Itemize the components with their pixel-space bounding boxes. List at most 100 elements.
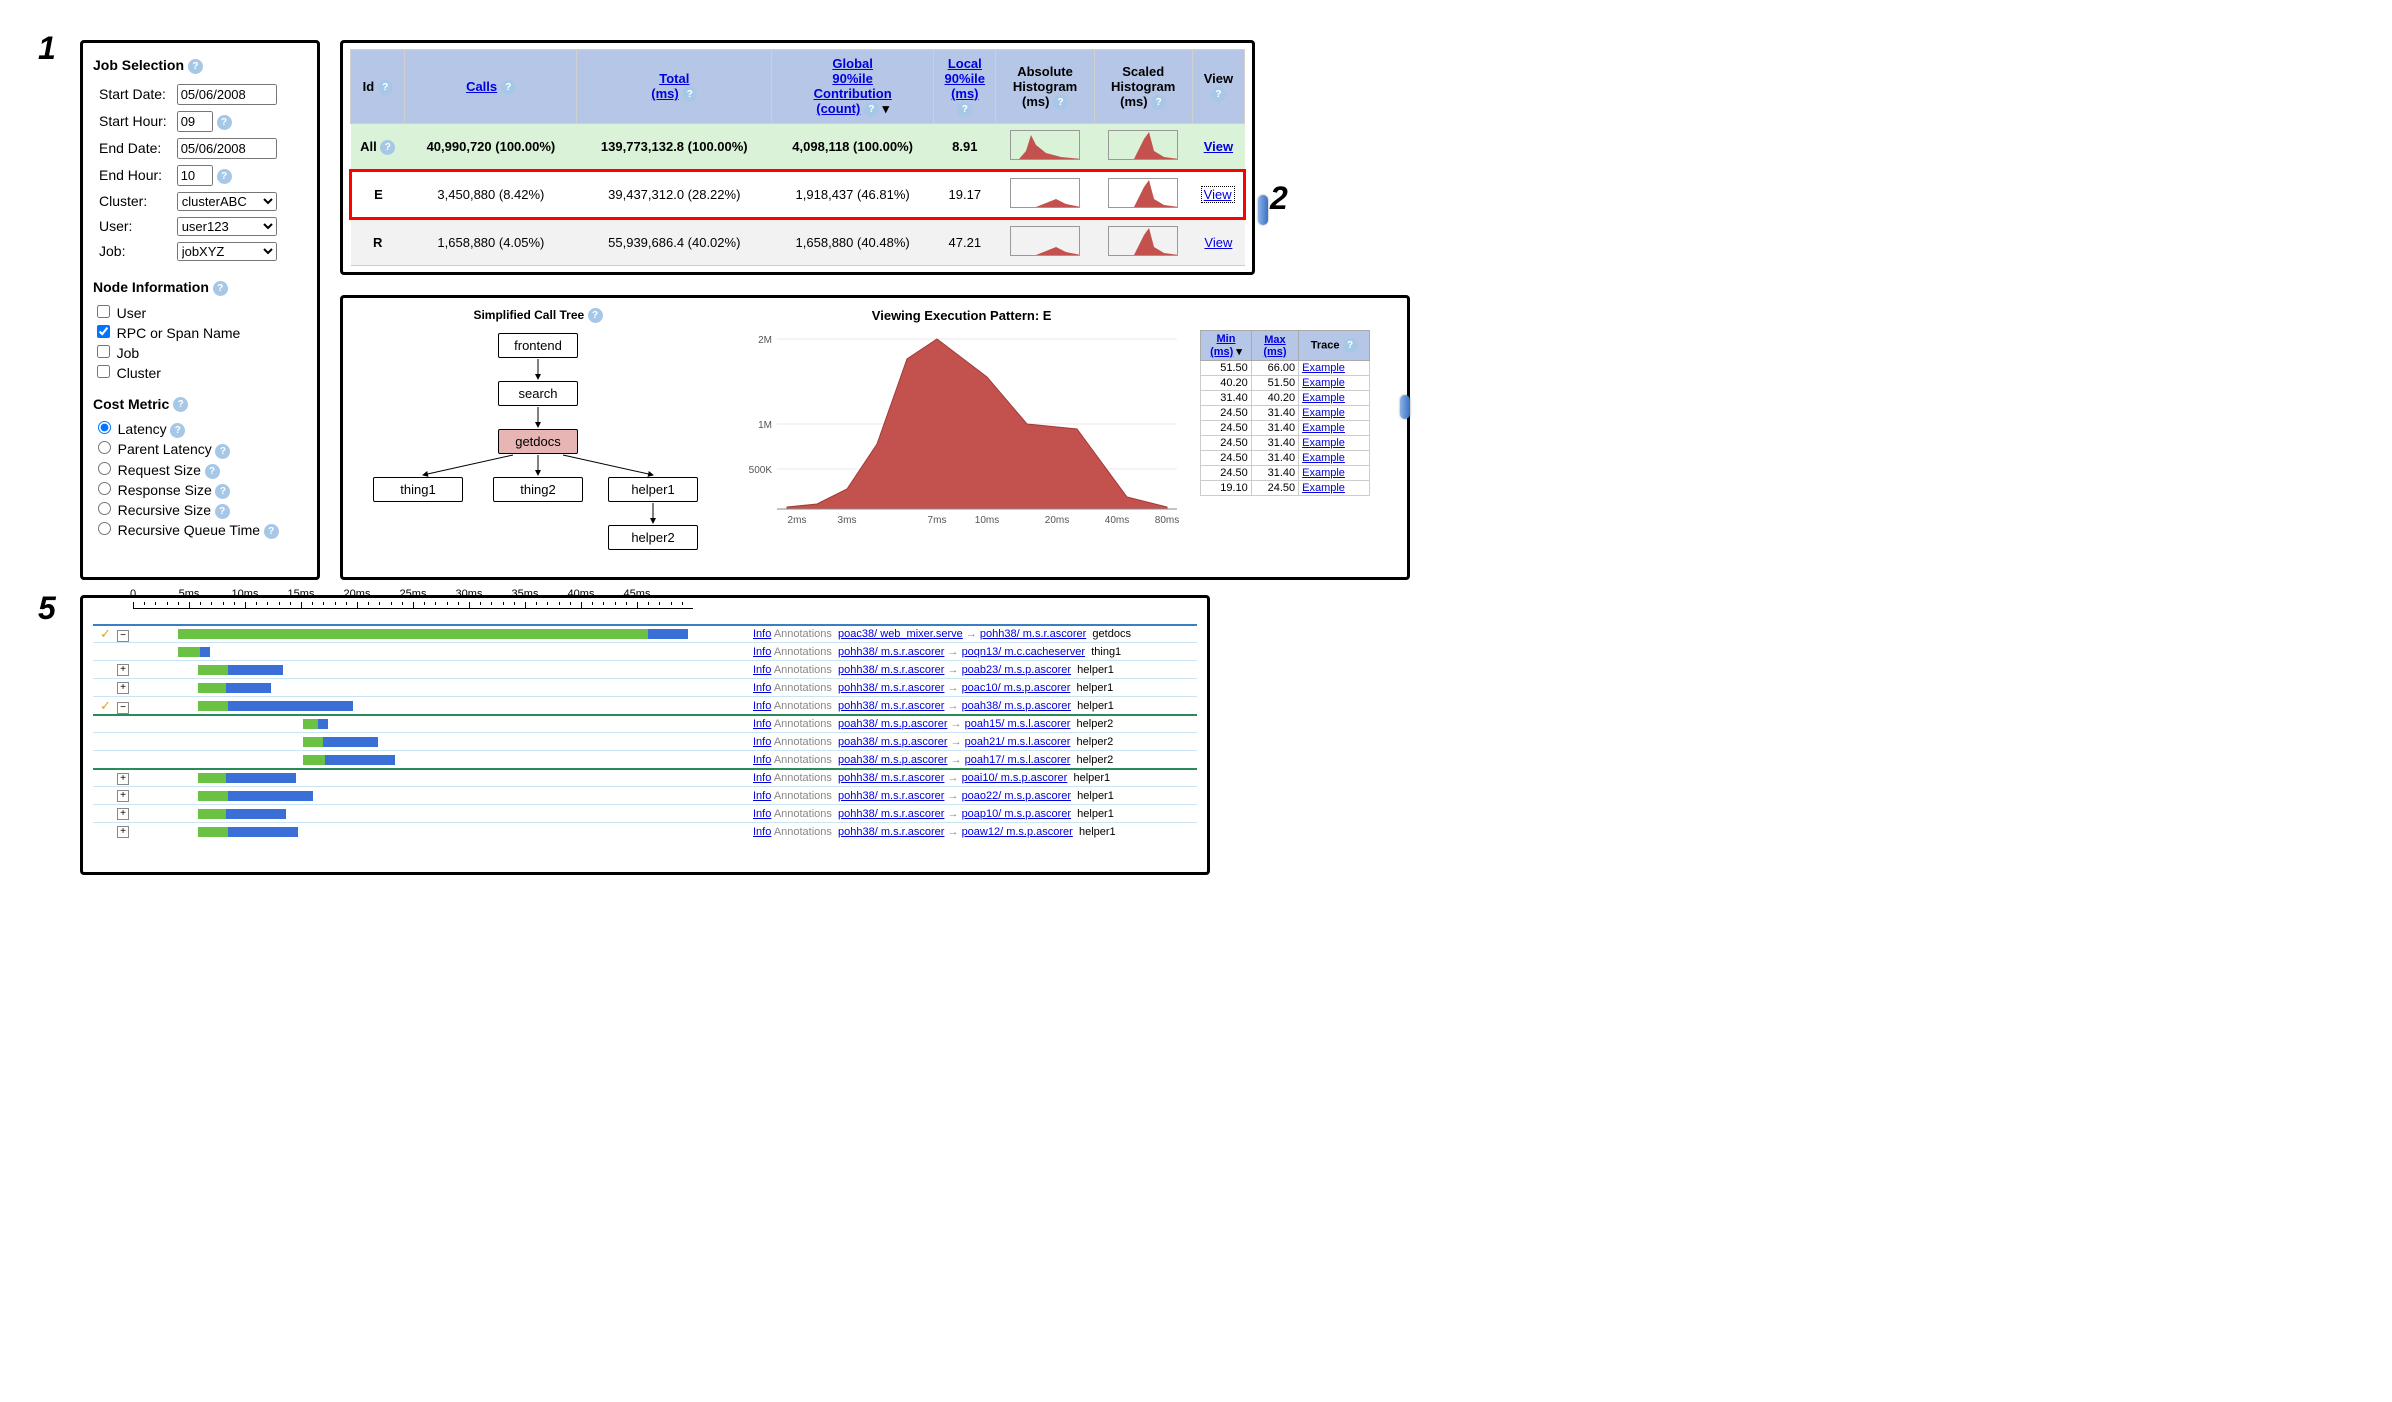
span-from-link[interactable]: poah38/ m.s.p.ascorer	[838, 736, 947, 748]
help-icon[interactable]: ?	[173, 397, 188, 412]
span-bar[interactable]	[200, 647, 210, 657]
help-icon[interactable]: ?	[264, 524, 279, 539]
costmetric-radio[interactable]	[98, 462, 111, 475]
span-from-link[interactable]: pohh38/ m.s.r.ascorer	[838, 646, 944, 658]
span-bar[interactable]	[228, 791, 313, 801]
span-bar[interactable]	[198, 791, 228, 801]
example-link[interactable]: Example	[1302, 467, 1345, 479]
help-icon[interactable]: ?	[215, 504, 230, 519]
end-date-input[interactable]	[177, 138, 277, 159]
help-icon[interactable]: ?	[380, 140, 395, 155]
span-to-link[interactable]: poah15/ m.s.l.ascorer	[965, 718, 1071, 730]
span-from-link[interactable]: pohh38/ m.s.r.ascorer	[838, 700, 944, 712]
help-icon[interactable]: ?	[215, 484, 230, 499]
span-to-link[interactable]: poah17/ m.s.l.ascorer	[965, 754, 1071, 766]
toggle-button[interactable]: +	[117, 773, 129, 785]
tree-node-getdocs[interactable]: getdocs	[498, 429, 578, 454]
span-from-link[interactable]: pohh38/ m.s.r.ascorer	[838, 808, 944, 820]
start-date-input[interactable]	[177, 84, 277, 105]
tree-node-helper1[interactable]: helper1	[608, 477, 698, 502]
span-to-link[interactable]: pohh38/ m.s.r.ascorer	[980, 628, 1086, 640]
span-from-link[interactable]: poah38/ m.s.p.ascorer	[838, 718, 947, 730]
help-icon[interactable]: ?	[378, 80, 393, 95]
span-from-link[interactable]: pohh38/ m.s.r.ascorer	[838, 682, 944, 694]
costmetric-radio[interactable]	[98, 522, 111, 535]
span-to-link[interactable]: poao22/ m.s.p.ascorer	[962, 790, 1071, 802]
help-icon[interactable]: ?	[501, 80, 516, 95]
costmetric-radio[interactable]	[98, 421, 111, 434]
tree-node-thing2[interactable]: thing2	[493, 477, 583, 502]
info-link[interactable]: Info	[753, 646, 771, 658]
help-icon[interactable]: ?	[1151, 95, 1166, 110]
help-icon[interactable]: ?	[1343, 338, 1358, 353]
span-from-link[interactable]: pohh38/ m.s.r.ascorer	[838, 790, 944, 802]
toggle-button[interactable]: +	[117, 682, 129, 694]
span-bar[interactable]	[323, 737, 378, 747]
span-bar[interactable]	[228, 827, 298, 837]
col-local[interactable]: Local90%ile(ms)?	[934, 50, 996, 124]
span-bar[interactable]	[226, 683, 271, 693]
example-link[interactable]: Example	[1302, 422, 1345, 434]
span-bar[interactable]	[648, 629, 688, 639]
span-from-link[interactable]: poac38/ web_mixer.serve	[838, 628, 963, 640]
toggle-button[interactable]: +	[117, 826, 129, 838]
toggle-button[interactable]: +	[117, 808, 129, 820]
help-icon[interactable]: ?	[217, 115, 232, 130]
nodeinfo-checkbox[interactable]	[97, 365, 110, 378]
span-bar[interactable]	[226, 809, 286, 819]
help-icon[interactable]: ?	[205, 464, 220, 479]
span-bar[interactable]	[198, 665, 228, 675]
help-icon[interactable]: ?	[213, 281, 228, 296]
help-icon[interactable]: ?	[217, 169, 232, 184]
view-link[interactable]: View	[1202, 187, 1234, 202]
span-bar[interactable]	[228, 665, 283, 675]
example-link[interactable]: Example	[1302, 482, 1345, 494]
span-from-link[interactable]: pohh38/ m.s.r.ascorer	[838, 772, 944, 784]
span-bar[interactable]	[178, 647, 200, 657]
tree-node-thing1[interactable]: thing1	[373, 477, 463, 502]
tree-node-search[interactable]: search	[498, 381, 578, 406]
span-to-link[interactable]: poac10/ m.s.p.ascorer	[962, 682, 1071, 694]
example-link[interactable]: Example	[1302, 407, 1345, 419]
info-link[interactable]: Info	[753, 682, 771, 694]
span-bar[interactable]	[325, 755, 395, 765]
info-link[interactable]: Info	[753, 754, 771, 766]
scrollbar-thumb[interactable]	[1400, 395, 1410, 419]
span-bar[interactable]	[198, 701, 228, 711]
info-link[interactable]: Info	[753, 628, 771, 640]
info-link[interactable]: Info	[753, 700, 771, 712]
nodeinfo-checkbox[interactable]	[97, 305, 110, 318]
tree-node-helper2[interactable]: helper2	[608, 525, 698, 550]
info-link[interactable]: Info	[753, 664, 771, 676]
span-bar[interactable]	[198, 683, 226, 693]
help-icon[interactable]: ?	[170, 423, 185, 438]
nodeinfo-checkbox[interactable]	[97, 345, 110, 358]
view-link[interactable]: View	[1204, 235, 1232, 250]
example-link[interactable]: Example	[1302, 452, 1345, 464]
help-icon[interactable]: ?	[188, 59, 203, 74]
col-calls[interactable]: Calls ?	[405, 50, 577, 124]
example-link[interactable]: Example	[1302, 362, 1345, 374]
view-link[interactable]: View	[1204, 139, 1233, 154]
span-to-link[interactable]: poaw12/ m.s.p.ascorer	[962, 826, 1073, 838]
info-link[interactable]: Info	[753, 790, 771, 802]
span-from-link[interactable]: pohh38/ m.s.r.ascorer	[838, 826, 944, 838]
span-to-link[interactable]: poqn13/ m.c.cacheserver	[962, 646, 1086, 658]
col-max[interactable]: Max(ms)	[1251, 331, 1298, 361]
costmetric-radio[interactable]	[98, 482, 111, 495]
col-total[interactable]: Total(ms) ?	[577, 50, 772, 124]
info-link[interactable]: Info	[753, 808, 771, 820]
user-select[interactable]: user123	[177, 217, 277, 236]
span-bar[interactable]	[303, 737, 323, 747]
cluster-select[interactable]: clusterABC	[177, 192, 277, 211]
costmetric-radio[interactable]	[98, 502, 111, 515]
span-bar[interactable]	[198, 827, 228, 837]
help-icon[interactable]: ?	[588, 308, 603, 323]
col-min[interactable]: Min(ms) ▾	[1201, 331, 1252, 361]
toggle-button[interactable]: −	[117, 702, 129, 714]
span-to-link[interactable]: poai10/ m.s.p.ascorer	[962, 772, 1068, 784]
span-bar[interactable]	[318, 719, 328, 729]
span-bar[interactable]	[228, 701, 353, 711]
start-hour-input[interactable]	[177, 111, 213, 132]
info-link[interactable]: Info	[753, 718, 771, 730]
